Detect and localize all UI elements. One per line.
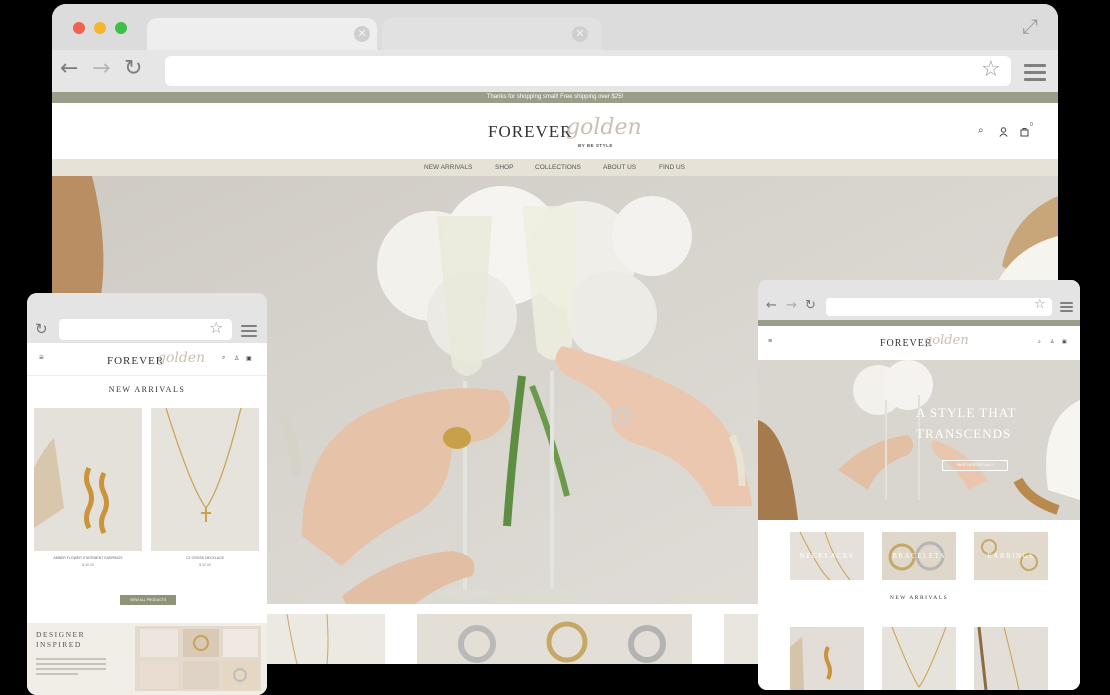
bookmark-star-icon[interactable]: ☆	[981, 57, 1001, 82]
cart-icon[interactable]: 0	[1020, 122, 1034, 137]
view-all-products-button[interactable]: VIEW ALL PRODUCTS	[120, 595, 176, 605]
browser-menu-icon[interactable]	[241, 322, 257, 340]
logo-subtitle: BY BE STYLE	[578, 143, 613, 148]
hamburger-menu-icon[interactable]: ≡	[768, 338, 772, 345]
tablet-browser-window: ← → ↻ ☆ ≡ FOREVER golden ⌕ ♙ ▣ A STYLE T…	[758, 280, 1080, 690]
hero-headline: TRANSCENDS	[916, 426, 1012, 441]
site-navigation: NEW ARRIVALS SHOP COLLECTIONS ABOUT US F…	[52, 159, 1058, 176]
tablet-address-bar[interactable]: ☆	[826, 297, 1052, 316]
address-bar[interactable]: ☆	[165, 56, 1011, 86]
product-name[interactable]: CZ CROSS NECKLACE	[151, 556, 259, 560]
bookmark-star-icon[interactable]: ☆	[209, 318, 223, 337]
hero-headline: A STYLE THAT	[916, 405, 1017, 420]
account-icon[interactable]: ♙	[234, 355, 239, 362]
tablet-logo[interactable]: FOREVER golden	[880, 332, 970, 356]
forward-arrow-icon[interactable]: →	[92, 56, 110, 81]
nav-new-arrivals[interactable]: NEW ARRIVALS	[424, 164, 472, 171]
browser-menu-icon[interactable]	[1024, 60, 1046, 85]
header-divider	[27, 375, 267, 376]
back-arrow-icon[interactable]: ←	[766, 298, 777, 313]
cart-icon[interactable]: ▣	[1062, 339, 1067, 345]
product-image[interactable]	[151, 407, 259, 551]
announcement-bar: Thanks for shopping small! Free shipping…	[52, 92, 1058, 103]
nav-collections[interactable]: COLLECTIONS	[535, 164, 581, 171]
reload-icon[interactable]: ↻	[124, 56, 142, 81]
category-label: BRACELETS	[892, 552, 946, 560]
category-earrings[interactable]: EARRINGS	[974, 532, 1048, 580]
category-bracelets[interactable]: BRACELETS	[882, 532, 956, 580]
search-icon[interactable]: ⌕	[1038, 339, 1041, 345]
shop-new-arrivals-button[interactable]: SHOP NEW ARRIVALS	[942, 460, 1008, 471]
minimize-window-button[interactable]	[94, 22, 106, 34]
logo-script: golden	[924, 333, 969, 348]
logo-wordmark: FOREVER	[488, 122, 573, 141]
designer-title: DESIGNER	[36, 630, 86, 639]
close-tab-icon[interactable]: ✕	[572, 26, 588, 42]
browser-menu-icon[interactable]	[1060, 300, 1073, 314]
cart-count-badge: 0	[1030, 122, 1033, 128]
browser-tab-active[interactable]	[147, 18, 377, 50]
bookmark-star-icon[interactable]: ☆	[1034, 297, 1046, 312]
close-tab-icon[interactable]: ✕	[354, 26, 370, 42]
product-image[interactable]	[882, 626, 956, 690]
reload-icon[interactable]: ↻	[805, 298, 816, 313]
product-image[interactable]	[974, 626, 1048, 690]
product-thumbnail[interactable]	[417, 614, 692, 664]
hamburger-menu-icon[interactable]: ≡	[39, 353, 44, 362]
tab-strip: ✕ ✕ ⤢	[52, 4, 1058, 50]
reload-icon[interactable]: ↻	[35, 320, 48, 338]
forward-arrow-icon[interactable]: →	[786, 298, 797, 313]
section-title: NEW ARRIVALS	[108, 385, 186, 394]
browser-tab-inactive[interactable]	[382, 18, 602, 50]
mobile-browser-window: ↻ ☆ ≡ FOREVER golden ⌕ ♙ ▣ NEW ARRIVALS …	[27, 293, 267, 695]
product-price: $ 32.00	[199, 563, 211, 567]
category-label: EARRINGS	[987, 552, 1035, 560]
product-image[interactable]	[790, 627, 864, 690]
product-name[interactable]: AMBER FLOWER STATEMENT EARRINGS	[34, 556, 142, 560]
product-thumbnail[interactable]	[267, 613, 385, 664]
account-icon[interactable]	[999, 124, 1008, 137]
maximize-window-button[interactable]	[115, 22, 127, 34]
announcement-bar	[758, 320, 1080, 326]
product-image[interactable]	[34, 408, 142, 551]
logo-wordmark: FOREVER	[107, 355, 165, 367]
category-necklaces[interactable]: NECKLACES	[790, 531, 864, 581]
nav-about-us[interactable]: ABOUT US	[603, 164, 636, 171]
fullscreen-icon[interactable]: ⤢	[1022, 14, 1038, 38]
designer-body-text	[36, 655, 106, 678]
nav-find-us[interactable]: FIND US	[659, 164, 685, 171]
back-arrow-icon[interactable]: ←	[60, 56, 78, 81]
designer-collage-image	[135, 626, 261, 691]
section-title: NEW ARRIVALS	[889, 595, 949, 601]
search-icon[interactable]: ⌕	[222, 355, 225, 362]
cart-icon[interactable]: ▣	[246, 355, 252, 362]
mobile-logo[interactable]: FOREVER golden	[107, 349, 205, 375]
nav-shop[interactable]: SHOP	[495, 164, 513, 171]
designer-title: INSPIRED	[36, 640, 82, 649]
logo-script: golden	[566, 115, 642, 140]
mobile-address-bar[interactable]: ☆	[59, 318, 232, 340]
site-logo[interactable]: FOREVER golden BY BE STYLE	[488, 113, 642, 157]
search-icon[interactable]: ⌕	[978, 125, 984, 136]
category-label: NECKLACES	[799, 552, 855, 560]
logo-script: golden	[157, 350, 206, 366]
close-window-button[interactable]	[73, 22, 85, 34]
account-icon[interactable]: ♙	[1050, 339, 1054, 345]
site-header: FOREVER golden BY BE STYLE ⌕ 0	[52, 103, 1058, 159]
product-price: $ 40.00	[82, 563, 94, 567]
